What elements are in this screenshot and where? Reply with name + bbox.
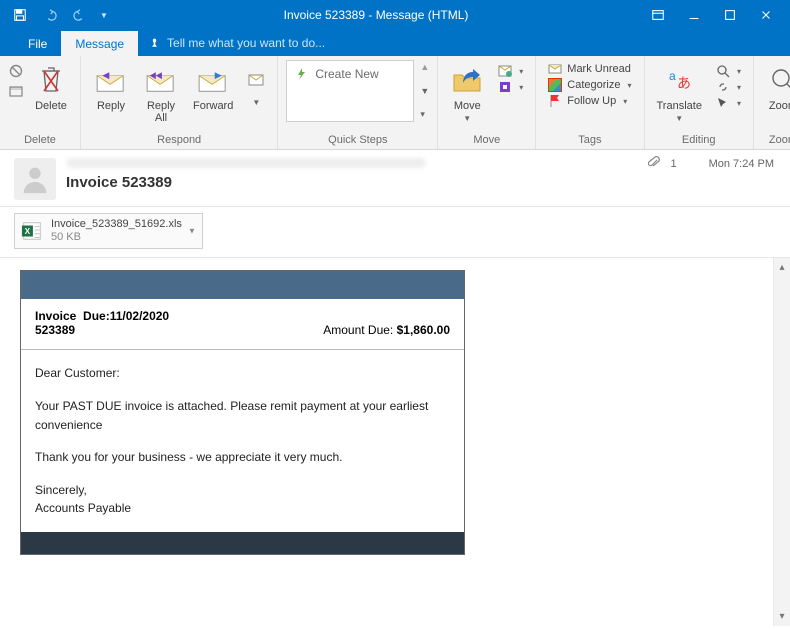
group-respond: Reply Reply All Forward ▼ Respond	[81, 56, 278, 149]
svg-text:あ: あ	[677, 75, 691, 91]
attachment-bar: X Invoice_523389_51692.xls 50 KB ▼	[0, 207, 790, 258]
scroll-down-icon[interactable]: ▾	[775, 609, 790, 624]
group-label-tags: Tags	[544, 133, 635, 147]
received-time: Mon 7:24 PM	[709, 158, 774, 170]
svg-text:X: X	[25, 227, 31, 236]
message-subject: Invoice 523389	[66, 174, 776, 191]
ribbon-tabs: File Message Tell me what you want to do…	[0, 30, 790, 56]
find-button[interactable]: ▾	[716, 64, 741, 78]
more-respond-button[interactable]: ▼	[243, 60, 269, 109]
minimize-icon[interactable]	[676, 1, 712, 29]
rules-button[interactable]: ▾	[498, 64, 523, 78]
attachment-name: Invoice_523389_51692.xls	[51, 218, 182, 231]
qs-more-icon[interactable]: ▾	[420, 109, 429, 120]
qs-up-icon[interactable]: ▲	[420, 62, 429, 72]
quick-step-create-new: Create New	[315, 67, 378, 81]
attachment-count: 1	[670, 158, 676, 170]
save-icon[interactable]	[6, 1, 34, 29]
qs-down-icon[interactable]: ▼	[420, 86, 429, 96]
group-move: Move▼ ▾ ▾ Move	[438, 56, 536, 149]
group-label-quick-steps: Quick Steps	[286, 133, 429, 147]
tell-me-label: Tell me what you want to do...	[167, 36, 325, 50]
reply-all-button[interactable]: Reply All	[139, 60, 183, 126]
forward-button[interactable]: Forward	[189, 60, 237, 114]
from-line	[66, 158, 426, 168]
group-tags: Mark Unread Categorize▾ Follow Up▾ Tags	[536, 56, 644, 149]
email-p1: Your PAST DUE invoice is attached. Pleas…	[35, 397, 450, 434]
quick-steps-gallery[interactable]: Create New	[286, 60, 414, 122]
paperclip-icon	[648, 156, 660, 171]
svg-text:a: a	[669, 69, 676, 83]
attachment-size: 50 KB	[51, 231, 182, 244]
vertical-scrollbar[interactable]: ▴ ▾	[773, 258, 790, 626]
delete-button[interactable]: Delete	[30, 60, 72, 114]
group-label-editing: Editing	[653, 133, 745, 147]
email-header-bar	[21, 271, 464, 299]
group-quick-steps: Create New ▲ ▼ ▾ Quick Steps	[278, 56, 438, 149]
archive-icon[interactable]	[8, 84, 24, 98]
qat-dropdown-icon[interactable]: ▼	[96, 1, 112, 29]
reply-button[interactable]: Reply	[89, 60, 133, 114]
zoom-button[interactable]: Zoom	[762, 60, 790, 114]
mark-unread-button[interactable]: Mark Unread	[548, 62, 631, 76]
group-label-respond: Respond	[89, 133, 269, 147]
attachment-item[interactable]: X Invoice_523389_51692.xls 50 KB ▼	[14, 213, 203, 249]
group-editing: aあ Translate▼ ▾ ▾ ▾ Editing	[645, 56, 754, 149]
email-footer-bar	[21, 532, 464, 554]
group-label-delete: Delete	[8, 133, 72, 147]
tell-me-search[interactable]: Tell me what you want to do...	[138, 30, 335, 56]
translate-button[interactable]: aあ Translate▼	[653, 60, 706, 126]
group-delete: Delete Delete	[0, 56, 81, 149]
group-zoom: Zoom Zoom	[754, 56, 790, 149]
select-button[interactable]: ▾	[716, 96, 741, 110]
junk-icon[interactable]	[8, 64, 24, 78]
window-title: Invoice 523389 - Message (HTML)	[112, 8, 640, 22]
group-label-move: Move	[446, 133, 527, 147]
sender-avatar	[14, 158, 56, 200]
actions-button[interactable]: ▾	[498, 80, 523, 94]
scroll-up-icon[interactable]: ▴	[775, 260, 790, 275]
categorize-button[interactable]: Categorize▾	[548, 78, 631, 92]
email-content: Invoice Due:11/02/2020 523389 Amount Due…	[20, 270, 465, 555]
ribbon-options-icon[interactable]	[640, 1, 676, 29]
ribbon: Delete Delete Reply Reply All Forward ▼	[0, 56, 790, 150]
email-p2: Thank you for your business - we appreci…	[35, 448, 450, 467]
email-greeting: Dear Customer:	[35, 364, 450, 383]
redo-icon[interactable]	[66, 1, 94, 29]
tab-message[interactable]: Message	[61, 31, 138, 56]
close-icon[interactable]	[748, 1, 784, 29]
message-body: Invoice Due:11/02/2020 523389 Amount Due…	[0, 258, 773, 626]
title-bar: ▼ Invoice 523389 - Message (HTML)	[0, 0, 790, 30]
follow-up-button[interactable]: Follow Up▾	[548, 94, 631, 108]
email-signature: Accounts Payable	[35, 501, 131, 515]
attachment-dropdown-icon[interactable]: ▼	[188, 227, 196, 236]
move-button[interactable]: Move▼	[446, 60, 488, 126]
message-header: Invoice 523389 1 Mon 7:24 PM	[0, 150, 790, 207]
group-label-zoom: Zoom	[762, 133, 790, 147]
invoice-number: 523389	[35, 323, 75, 337]
undo-icon[interactable]	[36, 1, 64, 29]
excel-file-icon: X	[21, 220, 43, 242]
maximize-icon[interactable]	[712, 1, 748, 29]
related-button[interactable]: ▾	[716, 80, 741, 94]
tab-file[interactable]: File	[14, 31, 61, 56]
amount-due: $1,860.00	[397, 323, 450, 337]
